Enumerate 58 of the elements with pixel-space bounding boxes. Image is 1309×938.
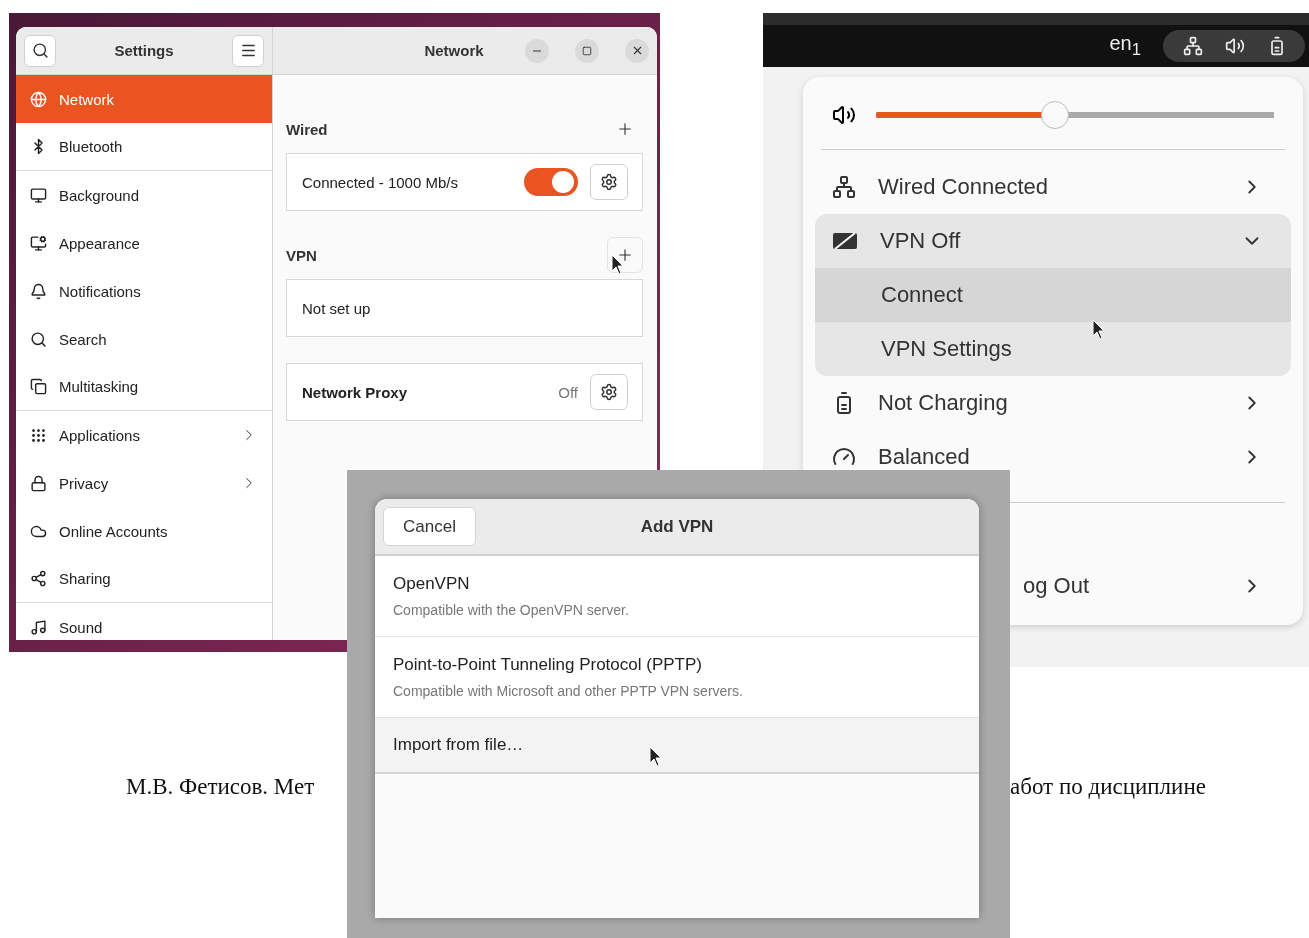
close-button[interactable] (625, 38, 649, 63)
vpn-option[interactable]: OpenVPN Compatible with the OpenVPN server. (375, 556, 979, 637)
menu-item[interactable]: Wired Connected (815, 160, 1291, 214)
vpn-option[interactable]: Import from file… (375, 718, 979, 774)
plus-icon (616, 246, 634, 264)
submenu-item[interactable]: VPN Settings (815, 322, 1291, 376)
plus-icon (616, 120, 634, 138)
cancel-button[interactable]: Cancel (383, 507, 476, 546)
speaker-icon (832, 103, 856, 127)
menu-item[interactable]: Balanced (815, 430, 1291, 484)
connection-status: Connected - 1000 Mb/s (302, 173, 459, 191)
system-indicators[interactable] (1163, 30, 1305, 62)
vpn-status: Not set up (302, 299, 372, 317)
menu-button[interactable] (232, 34, 264, 67)
monitor-icon (30, 234, 47, 252)
music-note-icon (30, 618, 47, 636)
mouse-pointer-icon (649, 746, 663, 768)
keyboard-layout-indicator[interactable]: en$_{1}$ (1109, 32, 1141, 60)
maximize-button[interactable] (575, 38, 599, 63)
settings-button[interactable] (590, 374, 628, 410)
search-icon (31, 42, 49, 59)
gear-icon (600, 383, 618, 401)
network-icon (832, 175, 856, 199)
window-title: Network (423, 42, 485, 59)
toggle-switch[interactable] (524, 168, 578, 196)
bell-icon (30, 282, 47, 300)
menu-item[interactable]: Not Charging (815, 376, 1291, 430)
lock-icon (30, 474, 47, 492)
proxy-label: Network Proxy (302, 383, 409, 401)
mouse-pointer-icon (611, 254, 625, 276)
settings-button[interactable] (590, 164, 628, 200)
footer-text: абот по дисциплине (1010, 774, 1206, 800)
vpn-option[interactable]: Point-to-Point Tunneling Protocol (PPTP) Compatible with Microsoft and other PPTP VPN servers. (375, 637, 979, 718)
gear-icon (600, 173, 618, 191)
submenu-item[interactable]: Connect (815, 268, 1291, 322)
slider-thumb[interactable] (1041, 101, 1070, 129)
section-heading: Wired (286, 120, 328, 138)
proxy-value: Off (558, 383, 578, 401)
sidebar-item[interactable]: Network (16, 75, 272, 123)
section-heading: VPN (286, 246, 317, 264)
share-icon (30, 570, 47, 587)
monitor-icon (30, 186, 47, 204)
search-icon (30, 330, 47, 348)
speaker-icon (1225, 36, 1245, 56)
search-button[interactable] (24, 34, 56, 67)
sidebar-title: Settings (113, 42, 175, 59)
grid-icon (30, 426, 47, 444)
windows-icon (30, 378, 47, 395)
dialog-title: Add VPN (639, 516, 715, 537)
globe-icon (30, 90, 47, 108)
footer-text: М.В. Фетисов. Мет (126, 774, 315, 800)
menu-icon (239, 42, 257, 59)
mouse-pointer-icon (1092, 319, 1106, 341)
vpn-off-icon (832, 231, 858, 251)
menu-item[interactable]: VPN Off (815, 214, 1291, 268)
maximize-icon (582, 45, 592, 56)
minimize-button[interactable] (525, 38, 549, 63)
network-icon (1183, 36, 1203, 56)
